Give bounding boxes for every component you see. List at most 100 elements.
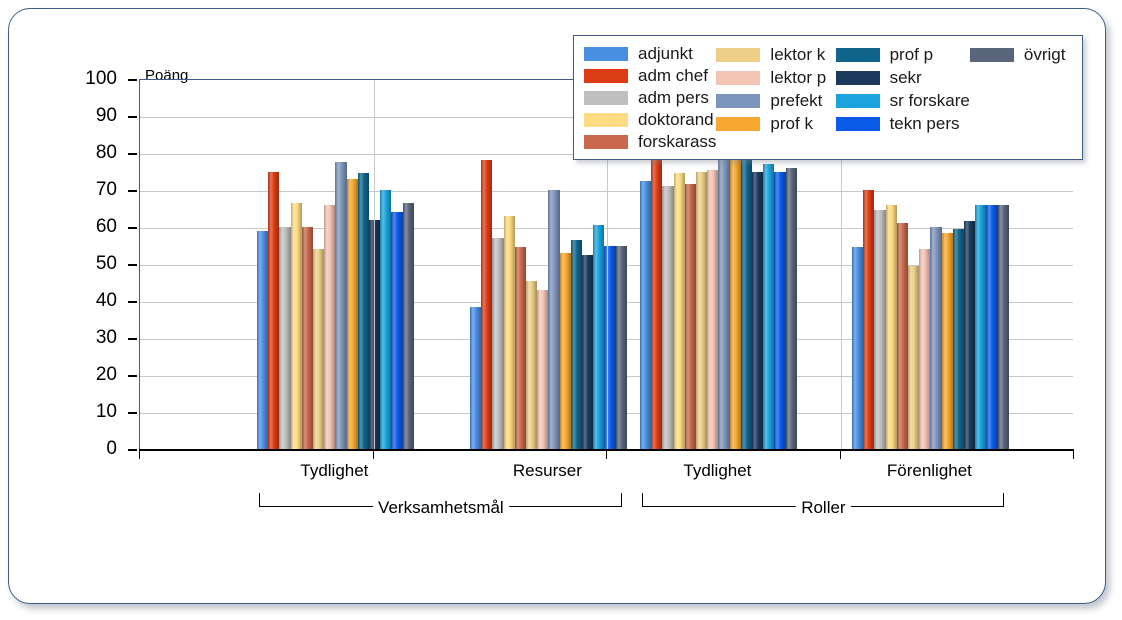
bar [582,254,594,449]
bar [346,178,358,449]
bar [470,306,482,449]
bar [640,180,652,449]
bar [324,204,336,449]
bar [964,221,976,449]
legend-label: forskarass [638,131,717,151]
bar [952,228,964,449]
legend-label: lektor p [770,68,827,87]
bar [514,247,526,449]
bar [896,223,908,449]
legend: adjunkt adm chef adm pers doktorand forskara… [573,35,1083,160]
bar [696,171,708,449]
y-tick-label: 90 [95,105,117,126]
legend-item[interactable]: prefekt [716,90,835,112]
y-tick-label: 20 [95,364,117,385]
legend-label: prof p [889,45,934,64]
bar [335,162,347,449]
legend-swatch-icon [584,90,628,105]
bar [651,153,663,449]
legend-swatch-icon [716,94,761,108]
bar [537,289,549,449]
y-tick-mark [128,375,137,377]
legend-item[interactable]: doktorand [584,109,716,130]
legend-item[interactable]: forskarass [584,131,716,152]
bar [313,249,325,449]
y-tick-mark [128,116,137,118]
bar [986,204,998,449]
x-tick-mark [1073,449,1075,459]
chart-screenshot: Poäng 100 90 80 70 60 50 40 30 20 10 0 Tydlighet Re… [0,0,1122,620]
bar [752,171,764,449]
bar [852,247,864,449]
legend-label: adjunkt [638,44,693,64]
bar [548,190,560,449]
bar [380,190,392,449]
y-tick-label: 60 [95,216,117,237]
y-tick-mark [128,338,137,340]
legend-swatch-icon [835,117,880,131]
bar [526,280,538,449]
y-tick-mark [128,79,137,81]
x-category-label: Tydlighet [683,461,752,480]
bar [402,202,414,449]
y-tick-label: 40 [95,290,117,311]
legend-item[interactable]: adm chef [584,66,716,87]
legend-swatch-icon [716,117,761,131]
legend-column: adjunkt adm chef adm pers doktorand forskara… [584,44,716,153]
y-tick-label: 100 [85,68,117,89]
legend-label: prefekt [770,91,823,110]
legend-item[interactable]: övrigt [969,44,1072,66]
y-tick-label: 0 [106,438,117,459]
legend-label: övrigt [1023,45,1066,64]
legend-item[interactable]: tekn pers [835,113,970,135]
y-tick-label: 70 [95,179,117,200]
legend-item[interactable]: sekr [835,67,970,89]
legend-label: lektor k [770,45,826,64]
bar [301,227,313,449]
bar [662,186,674,449]
bar [729,153,741,449]
legend-label: adm pers [638,87,709,107]
legend-swatch-icon [835,94,880,108]
bar [919,249,931,449]
bar [492,238,504,449]
legend-item[interactable]: prof k [716,113,835,135]
y-tick-label: 80 [95,142,117,163]
legend-column: prof p sekr sr forskare tekn pers [835,44,970,153]
bar [908,265,920,449]
bar [718,156,730,449]
legend-swatch-icon [835,48,880,62]
y-tick-mark [128,264,137,266]
bar [740,156,752,449]
bar [707,169,719,449]
legend-item[interactable]: adm pers [584,88,716,109]
supergroup-label: Verksamhetsmål [373,498,509,518]
legend-item[interactable]: lektor k [716,44,835,66]
bar [357,173,369,449]
bar [785,167,797,449]
y-tick-label: 30 [95,327,117,348]
bar [885,204,897,449]
x-tick-mark [139,449,141,459]
bar [941,232,953,449]
x-category-label: Förenlighet [886,461,972,480]
x-tick-mark [606,449,608,459]
legend-swatch-icon [716,48,761,62]
legend-label: sekr [889,68,922,87]
legend-label: tekn pers [889,114,960,133]
legend-swatch-icon [835,71,880,85]
supergroup-label: Roller [796,498,851,518]
legend-item[interactable]: prof p [835,44,970,66]
y-tick-mark [128,190,137,192]
legend-item[interactable]: lektor p [716,67,835,89]
bar [268,171,280,449]
legend-label: sr forskare [889,91,970,110]
bar [503,215,515,449]
bar [481,160,493,449]
legend-column: lektor k lektor p prefekt prof k [716,44,835,153]
legend-item[interactable]: sr forskare [835,90,970,112]
legend-item[interactable]: adjunkt [584,44,716,65]
x-category-label: Resurser [512,461,582,480]
y-tick-mark [128,227,137,229]
x-tick-mark [839,449,841,459]
